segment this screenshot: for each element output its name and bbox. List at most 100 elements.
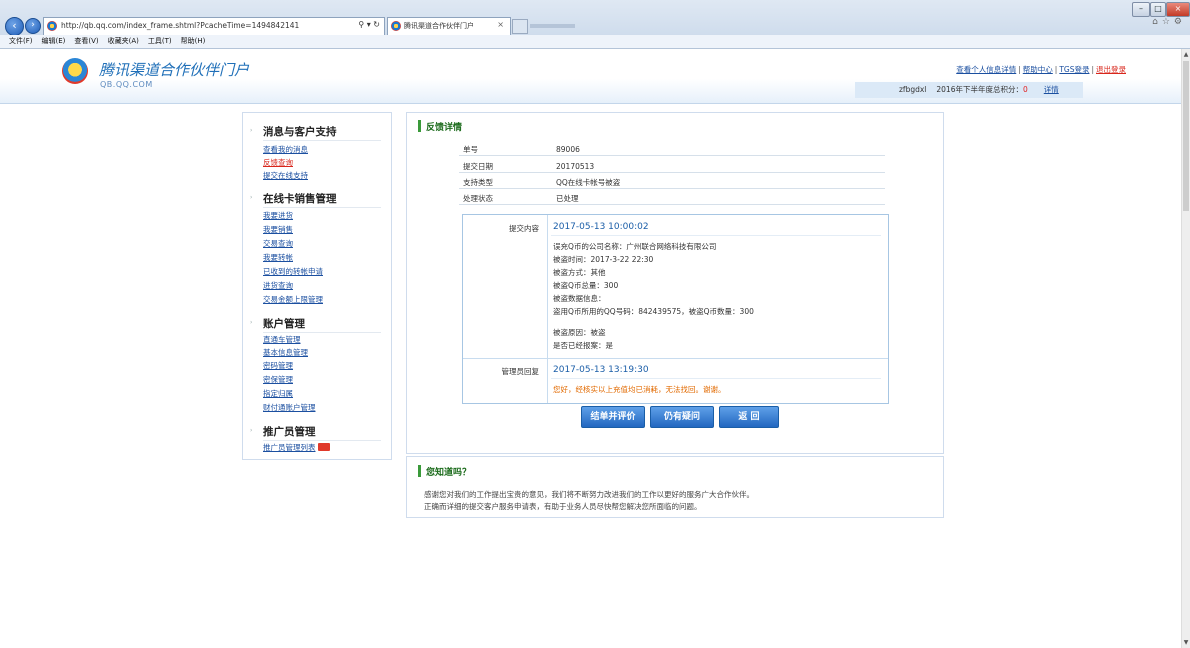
divider (263, 332, 381, 333)
qq-logo-icon[interactable] (62, 58, 88, 84)
address-bar[interactable]: http://qb.qq.com/index_frame.shtml?Pcach… (43, 17, 385, 36)
panel-title: 反馈详情 (426, 123, 463, 133)
sidebar-section-title: 推广员管理 (263, 426, 316, 438)
submit-line: 被盗数据信息： (553, 294, 606, 303)
new-tab-button[interactable] (512, 19, 528, 34)
scrollbar-thumb[interactable] (1183, 61, 1189, 211)
back-page-button[interactable]: 返 回 (719, 406, 779, 428)
browser-chrome: ‹ › http://qb.qq.com/index_frame.shtml?P… (0, 0, 1190, 49)
sidebar-item-promoter-list[interactable]: 推广员管理列表 (263, 442, 330, 453)
still-question-button[interactable]: 仍有疑问 (650, 406, 714, 428)
submit-content-label: 提交内容 (509, 224, 539, 233)
maximize-button[interactable]: □ (1150, 2, 1166, 17)
info-value: 89006 (556, 145, 580, 154)
sidebar-item-basic-info[interactable]: 基本信息管理 (263, 347, 308, 358)
info-row: 处理状态 已处理 (459, 193, 885, 205)
sidebar-item-my-messages[interactable]: 查看我的消息 (263, 144, 308, 155)
menu-tools[interactable]: 工具(T) (148, 37, 172, 45)
site-header: 腾讯渠道合作伙伴门户 QB.QQ.COM 查看个人信息详情 | 帮助中心 | TGS登录… (0, 49, 1182, 104)
info-key: 支持类型 (463, 178, 493, 187)
sidebar: › 消息与客户支持 查看我的消息 反馈查询 提交在线支持 › 在线卡销售管理 我… (242, 112, 392, 460)
submit-line: 被盗Q币总量：300 (553, 281, 619, 290)
submit-line: 盗用Q币所用的QQ号码：842439575，被盗Q币数量：300 (553, 307, 754, 316)
title-accent (418, 465, 421, 477)
sidebar-item-password[interactable]: 密码管理 (263, 360, 293, 371)
sidebar-item-assign-owner[interactable]: 指定归属 (263, 388, 293, 399)
scroll-down-icon[interactable]: ▼ (1182, 639, 1190, 646)
sidebar-item-direct-train[interactable]: 直通车管理 (263, 334, 301, 345)
close-window-button[interactable]: × (1166, 2, 1190, 17)
feedback-detail-table: 提交内容 2017-05-13 10:00:02 误充Q币的公司名称：广州联合网… (462, 214, 889, 404)
menu-favorites[interactable]: 收藏夹(A) (108, 37, 139, 45)
logo-subtitle: QB.QQ.COM (100, 80, 153, 89)
row-divider (463, 358, 888, 359)
submit-line: 误充Q币的公司名称：广州联合网络科技有限公司 (553, 242, 717, 251)
home-favorites-settings-icon[interactable]: ⌂☆⚙ (1152, 17, 1186, 27)
close-and-rate-button[interactable]: 结单并评价 (581, 406, 645, 428)
tab-favicon-icon (391, 21, 401, 31)
sidebar-item-sell[interactable]: 我要销售 (263, 224, 293, 235)
page-content: 腾讯渠道合作伙伴门户 QB.QQ.COM 查看个人信息详情 | 帮助中心 | TGS登录… (0, 49, 1182, 648)
info-key: 处理状态 (463, 194, 493, 203)
menu-help[interactable]: 帮助(H) (181, 37, 206, 45)
info-row: 支持类型 QQ在线卡帐号被盗 (459, 177, 885, 189)
submit-line: 被盗方式：其他 (553, 268, 606, 277)
back-button[interactable]: ‹ (5, 17, 24, 36)
divider (551, 235, 881, 236)
sidebar-item-transfer[interactable]: 我要转帐 (263, 252, 293, 263)
username: zfbgdxl (899, 85, 927, 94)
top-links: 查看个人信息详情 | 帮助中心 | TGS登录 | 退出登录 (956, 65, 1126, 74)
menu-bar: 文件(F) 编辑(E) 查看(V) 收藏夹(A) 工具(T) 帮助(H) (0, 35, 1190, 49)
url-text: http://qb.qq.com/index_frame.shtml?Pcach… (61, 21, 300, 30)
menu-file[interactable]: 文件(F) (9, 37, 33, 45)
sidebar-item-label: 推广员管理列表 (263, 443, 316, 452)
divider (263, 140, 381, 141)
tab-title: 腾讯渠道合作伙伴门户 (404, 22, 474, 30)
tips-line: 正确而详细的提交客户服务申请表，有助于业务人员尽快帮您解决您所面临的问题。 (424, 502, 702, 511)
sidebar-item-purchase-query[interactable]: 进货查询 (263, 280, 293, 291)
sidebar-item-feedback-query[interactable]: 反馈查询 (263, 157, 293, 168)
scroll-up-icon[interactable]: ▲ (1182, 51, 1190, 58)
sidebar-section-title: 消息与客户支持 (263, 126, 337, 138)
tips-panel: 您知道吗？ 感谢您对我们的工作提出宝贵的意见，我们将不断努力改进我们的工作以更好… (406, 456, 944, 518)
submit-line: 是否已经报案：是 (553, 341, 613, 350)
minimize-button[interactable]: – (1132, 2, 1150, 17)
divider (263, 440, 381, 441)
sidebar-item-received-transfers[interactable]: 已收到的转帐申请 (263, 266, 323, 277)
score-label: 2016年下半年度总积分： (936, 85, 1023, 94)
feedback-panel: 反馈详情 单号 89006 提交日期 20170513 支持类型 QQ在线卡帐号… (406, 112, 944, 454)
reply-text: 您好，经核实以上充值均已消耗，无法找回。谢谢。 (553, 385, 726, 394)
info-key: 提交日期 (463, 162, 493, 171)
bullet-icon: › (250, 127, 253, 134)
sidebar-item-tenpay[interactable]: 财付通账户管理 (263, 402, 316, 413)
info-value: 已处理 (556, 194, 579, 203)
reply-time: 2017-05-13 13:19:30 (553, 365, 649, 375)
tgs-login-link[interactable]: TGS登录 (1059, 65, 1089, 74)
menu-edit[interactable]: 编辑(E) (42, 37, 66, 45)
sidebar-section-title: 在线卡销售管理 (263, 193, 337, 205)
background-tab[interactable] (530, 24, 575, 28)
forward-button[interactable]: › (25, 18, 41, 34)
site-favicon-icon (47, 21, 57, 31)
page-scrollbar[interactable]: ▲ ▼ (1181, 49, 1190, 648)
search-refresh-icon[interactable]: ⚲ ▾ ↻ (358, 20, 380, 29)
menu-view[interactable]: 查看(V) (74, 37, 98, 45)
sidebar-item-trade-limit[interactable]: 交易金额上限管理 (263, 294, 323, 305)
browser-tab-active[interactable]: 腾讯渠道合作伙伴门户 × (387, 17, 511, 35)
submit-line: 被盗原因：被盗 (553, 328, 606, 337)
bullet-icon: › (250, 427, 253, 434)
sidebar-item-trade-query[interactable]: 交易查询 (263, 238, 293, 249)
sidebar-item-security[interactable]: 密保管理 (263, 374, 293, 385)
logo-title[interactable]: 腾讯渠道合作伙伴门户 (99, 59, 249, 80)
info-value: QQ在线卡帐号被盗 (556, 178, 621, 187)
divider (551, 378, 881, 379)
profile-link[interactable]: 查看个人信息详情 (956, 65, 1016, 74)
tab-close-icon[interactable]: × (497, 20, 504, 29)
sidebar-item-purchase[interactable]: 我要进货 (263, 210, 293, 221)
help-center-link[interactable]: 帮助中心 (1023, 65, 1053, 74)
sidebar-section-title: 账户管理 (263, 318, 305, 330)
logout-link[interactable]: 退出登录 (1096, 65, 1126, 74)
divider (263, 207, 381, 208)
sidebar-item-submit-support[interactable]: 提交在线支持 (263, 170, 308, 181)
score-detail-link[interactable]: 详情 (1044, 85, 1059, 94)
